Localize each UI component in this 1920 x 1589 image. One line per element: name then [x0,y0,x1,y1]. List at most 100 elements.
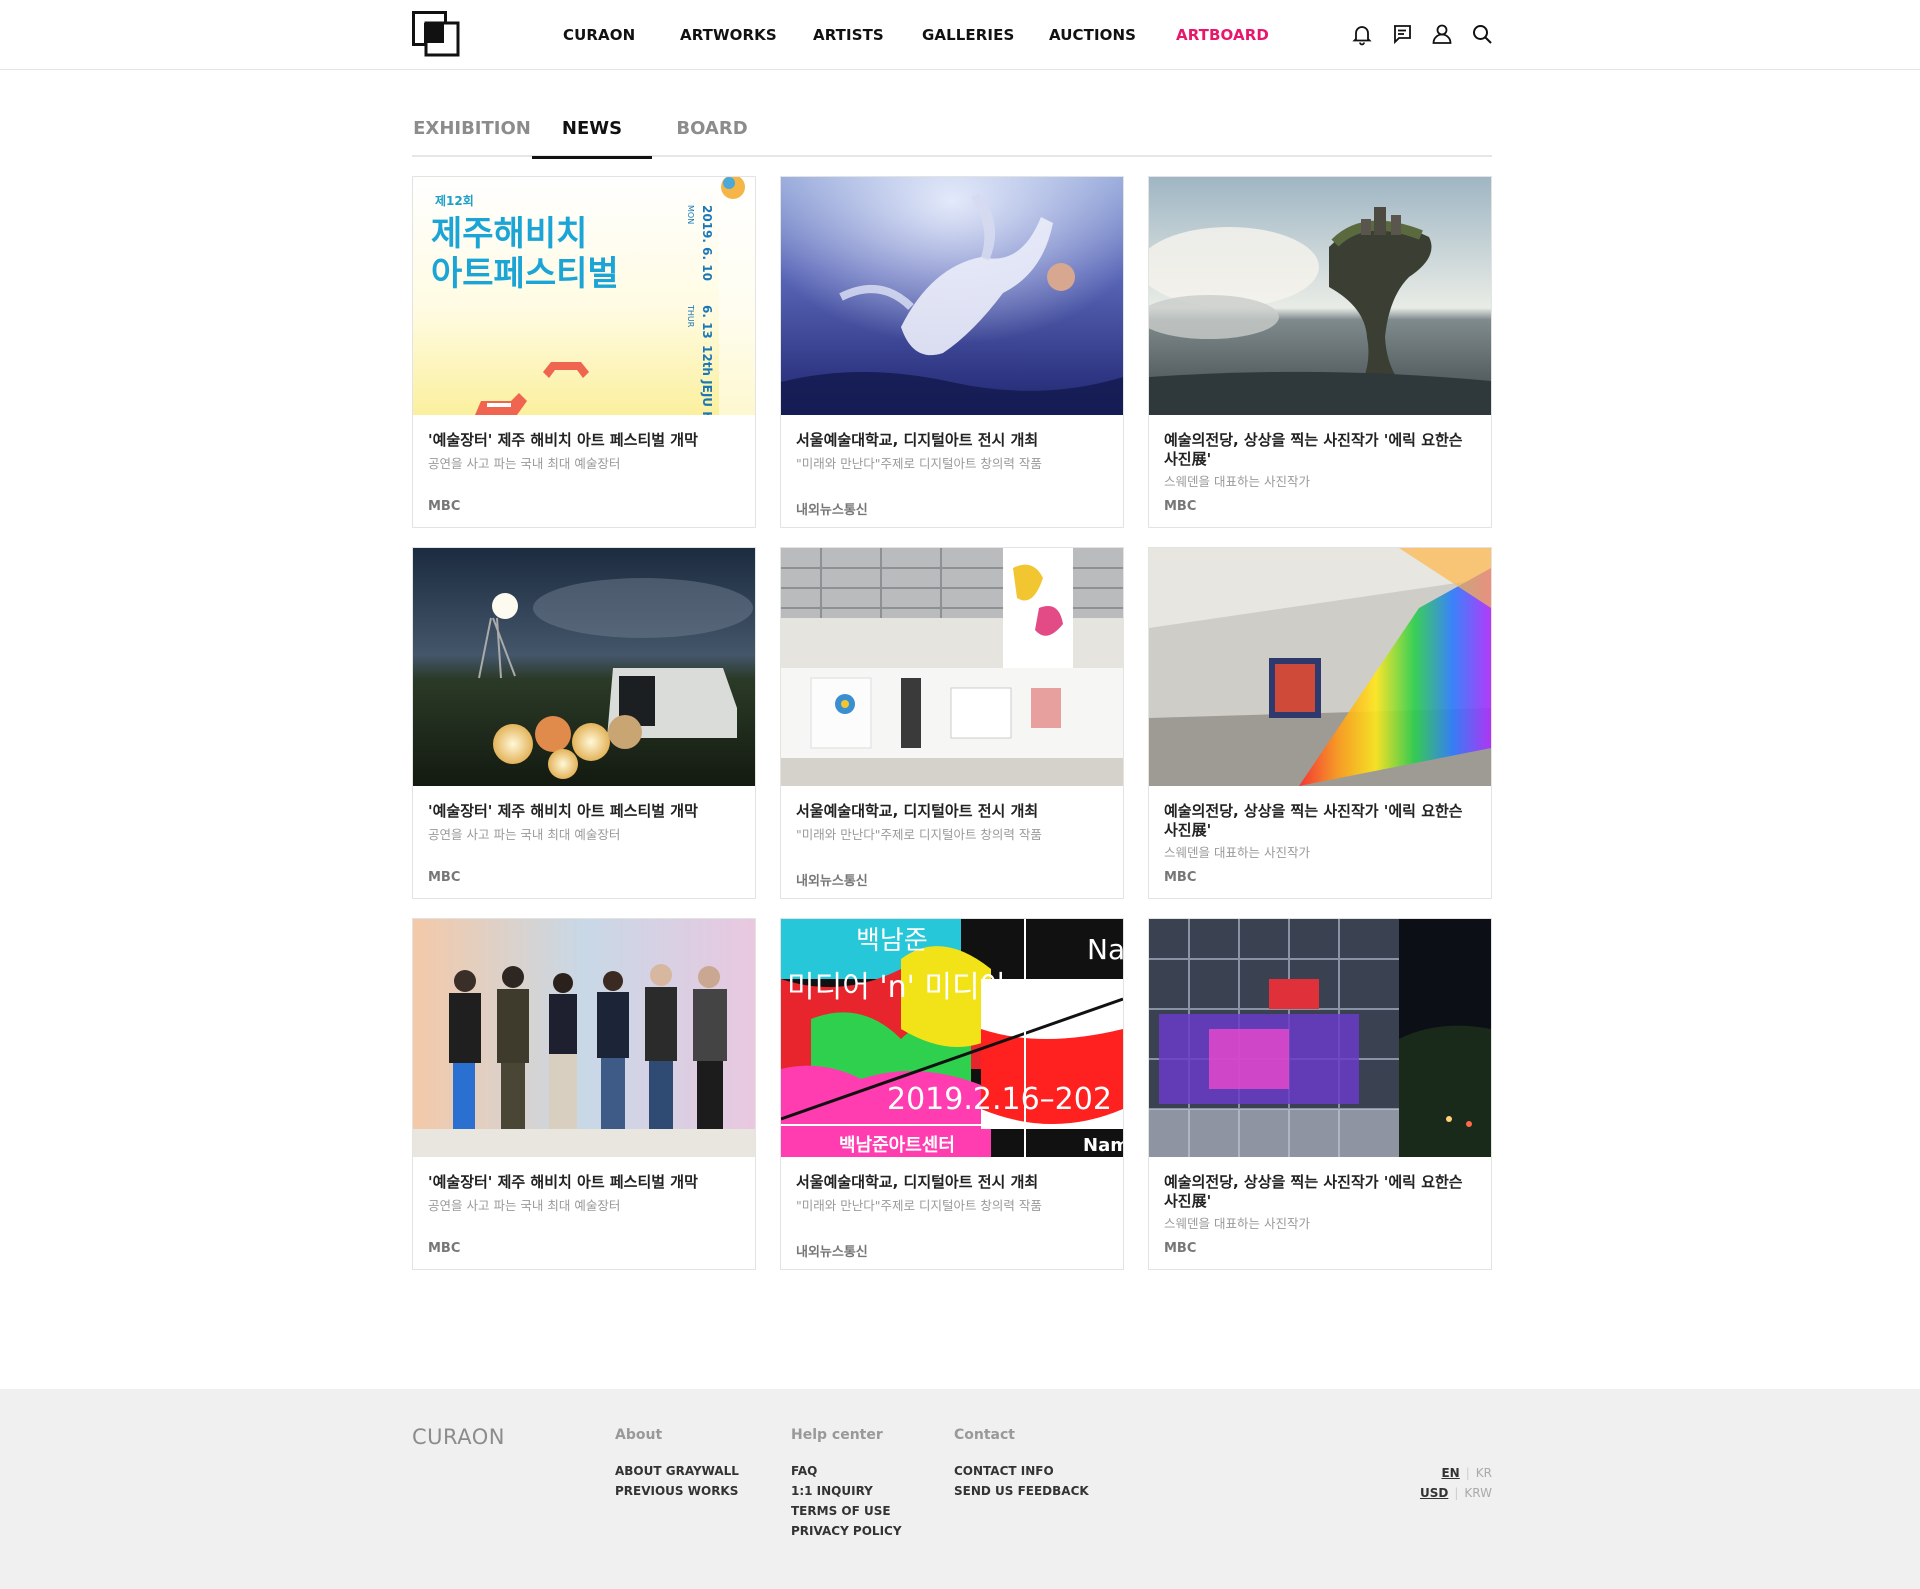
currency-usd[interactable]: USD [1420,1486,1448,1500]
news-card[interactable]: '예술장터' 제주 해비치 아트 페스티벌 개막 공연을 사고 파는 국내 최대… [412,547,756,899]
footer-about: About ABOUT GRAYWALL PREVIOUS WORKS [615,1427,739,1501]
news-source: MBC [428,499,461,514]
news-source: MBC [1164,870,1197,885]
news-card[interactable]: 서울예술대학교, 디지털아트 전시 개최 "미래와 만난다"주제로 디지털아트 … [780,547,1124,899]
poster-date-start: 2019. 6. 10 [700,205,714,281]
news-thumbnail [781,548,1123,786]
site-footer: CURAON About ABOUT GRAYWALL PREVIOUS WOR… [0,1389,1920,1589]
currency-switcher: USD | KRW [1420,1483,1492,1503]
news-title[interactable]: 예술의전당, 상상을 찍는 사진작가 '에릭 요한슨 사진展' [1164,431,1479,469]
tab-exhibition[interactable]: EXHIBITION [412,118,532,157]
footer-logo[interactable]: CURAON [412,1425,505,1449]
news-source: MBC [428,1241,461,1256]
tab-news[interactable]: NEWS [532,118,652,159]
site-header: CURAON ARTWORKS ARTISTS GALLERIES AUCTIO… [0,0,1920,70]
news-thumbnail [413,548,755,786]
news-title[interactable]: '예술장터' 제주 해비치 아트 페스티벌 개막 [428,431,743,450]
news-subtitle: 공연을 사고 파는 국내 최대 예술장터 [428,1198,621,1213]
news-thumbnail [413,919,755,1157]
news-thumbnail: 백남준 미디어 'n' 미디아 2019.2.16–202 백남준아트센터 Na… [781,919,1123,1157]
nav-auctions[interactable]: AUCTIONS [1049,26,1136,44]
nav-artworks[interactable]: ARTWORKS [680,26,777,44]
poster-date-end: 6. 13 [700,305,714,339]
currency-divider: | [1454,1486,1459,1500]
news-card[interactable]: '예술장터' 제주 해비치 아트 페스티벌 개막 공연을 사고 파는 국내 최대… [412,918,756,1270]
footer-link-privacy[interactable]: PRIVACY POLICY [791,1521,902,1541]
news-source: MBC [1164,1241,1197,1256]
search-icon[interactable] [1470,22,1494,46]
artboard-tabs: EXHIBITION NEWS BOARD [412,100,1492,159]
news-title[interactable]: 서울예술대학교, 디지털아트 전시 개최 [796,1173,1111,1192]
poster-title-line2: 미디어 'n' 미디아 [787,970,1007,1005]
news-subtitle: 공연을 사고 파는 국내 최대 예술장터 [428,827,621,842]
news-subtitle: 스웨덴을 대표하는 사진작가 [1164,474,1310,489]
poster-day-start: MON [686,205,695,224]
lang-en[interactable]: EN [1441,1466,1459,1480]
news-source: 내외뉴스통신 [796,503,868,518]
news-card[interactable]: 예술의전당, 상상을 찍는 사진작가 '에릭 요한슨 사진展' 스웨덴을 대표하… [1148,176,1492,528]
news-subtitle: "미래와 만난다"주제로 디지털아트 창의력 작품 [796,456,1042,471]
footer-link-previous-works[interactable]: PREVIOUS WORKS [615,1481,739,1501]
nav-galleries[interactable]: GALLERIES [922,26,1014,44]
poster-en-title: 12th JEJU HAE [700,345,714,415]
poster-day-end: THUR [686,304,695,328]
poster-title-line1: 제주해비치 [431,214,587,254]
footer-help-heading: Help center [791,1427,883,1443]
footer-contact: Contact CONTACT INFO SEND US FEEDBACK [954,1427,1089,1501]
news-subtitle: 공연을 사고 파는 국내 최대 예술장터 [428,456,621,471]
news-title[interactable]: '예술장터' 제주 해비치 아트 페스티벌 개막 [428,802,743,821]
news-title[interactable]: '예술장터' 제주 해비치 아트 페스티벌 개막 [428,1173,743,1192]
curaon-logo[interactable] [412,11,460,57]
footer-link-about-graywall[interactable]: ABOUT GRAYWALL [615,1461,739,1481]
news-subtitle: "미래와 만난다"주제로 디지털아트 창의력 작품 [796,827,1042,842]
footer-link-terms[interactable]: TERMS OF USE [791,1501,902,1521]
nav-artists[interactable]: ARTISTS [813,26,884,44]
footer-link-inquiry[interactable]: 1:1 INQUIRY [791,1481,902,1501]
tab-board[interactable]: BOARD [652,118,772,157]
message-icon[interactable] [1390,22,1414,46]
news-thumbnail: 제12회 제주해비치 아트페스티벌 2019. 6. 10 6. 13 12th… [413,177,755,415]
news-subtitle: "미래와 만난다"주제로 디지털아트 창의력 작품 [796,1198,1042,1213]
news-title[interactable]: 서울예술대학교, 디지털아트 전시 개최 [796,802,1111,821]
footer-link-contact-info[interactable]: CONTACT INFO [954,1461,1089,1481]
news-title[interactable]: 서울예술대학교, 디지털아트 전시 개최 [796,431,1111,450]
news-card[interactable]: 예술의전당, 상상을 찍는 사진작가 '에릭 요한슨 사진展' 스웨덴을 대표하… [1148,918,1492,1270]
news-card[interactable]: 예술의전당, 상상을 찍는 사진작가 '에릭 요한슨 사진展' 스웨덴을 대표하… [1148,547,1492,899]
news-card[interactable]: 제12회 제주해비치 아트페스티벌 2019. 6. 10 6. 13 12th… [412,176,756,528]
lang-kr[interactable]: KR [1476,1466,1492,1480]
poster-venue: 백남준아트센터 [839,1135,955,1156]
news-title[interactable]: 예술의전당, 상상을 찍는 사진작가 '에릭 요한슨 사진展' [1164,1173,1479,1211]
poster-edge-text: Me [1077,973,1118,1006]
poster-edition: 제12회 [435,193,474,208]
poster-title-line1: 백남준 [856,926,928,956]
poster-edge-text: Na [1087,933,1123,966]
bell-icon[interactable] [1350,22,1374,46]
news-thumbnail [1149,919,1491,1157]
news-subtitle: 스웨덴을 대표하는 사진작가 [1164,1216,1310,1231]
news-thumbnail [1149,548,1491,786]
footer-about-heading: About [615,1427,663,1443]
footer-link-faq[interactable]: FAQ [791,1461,902,1481]
nav-curaon[interactable]: CURAON [563,26,635,44]
news-source: MBC [1164,499,1197,514]
header-icons [1350,22,1494,46]
news-thumbnail [1149,177,1491,415]
news-subtitle: 스웨덴을 대표하는 사진작가 [1164,845,1310,860]
poster-title-line2: 아트페스티벌 [431,254,619,294]
user-icon[interactable] [1430,22,1454,46]
news-title[interactable]: 예술의전당, 상상을 찍는 사진작가 '에릭 요한슨 사진展' [1164,802,1479,840]
news-source: MBC [428,870,461,885]
poster-edge-text: Nam [1083,1135,1123,1156]
poster-date: 2019.2.16–202 [887,1082,1112,1117]
footer-help: Help center FAQ 1:1 INQUIRY TERMS OF USE… [791,1427,902,1541]
news-card[interactable]: 백남준 미디어 'n' 미디아 2019.2.16–202 백남준아트센터 Na… [780,918,1124,1270]
news-card[interactable]: 서울예술대학교, 디지털아트 전시 개최 "미래와 만난다"주제로 디지털아트 … [780,176,1124,528]
locale-switcher: EN | KR USD | KRW [1420,1463,1492,1503]
news-thumbnail [781,177,1123,415]
currency-krw[interactable]: KRW [1464,1486,1492,1500]
news-source: 내외뉴스통신 [796,874,868,889]
news-source: 내외뉴스통신 [796,1245,868,1260]
footer-contact-heading: Contact [954,1427,1015,1443]
footer-link-feedback[interactable]: SEND US FEEDBACK [954,1481,1089,1501]
nav-artboard[interactable]: ARTBOARD [1176,26,1269,44]
